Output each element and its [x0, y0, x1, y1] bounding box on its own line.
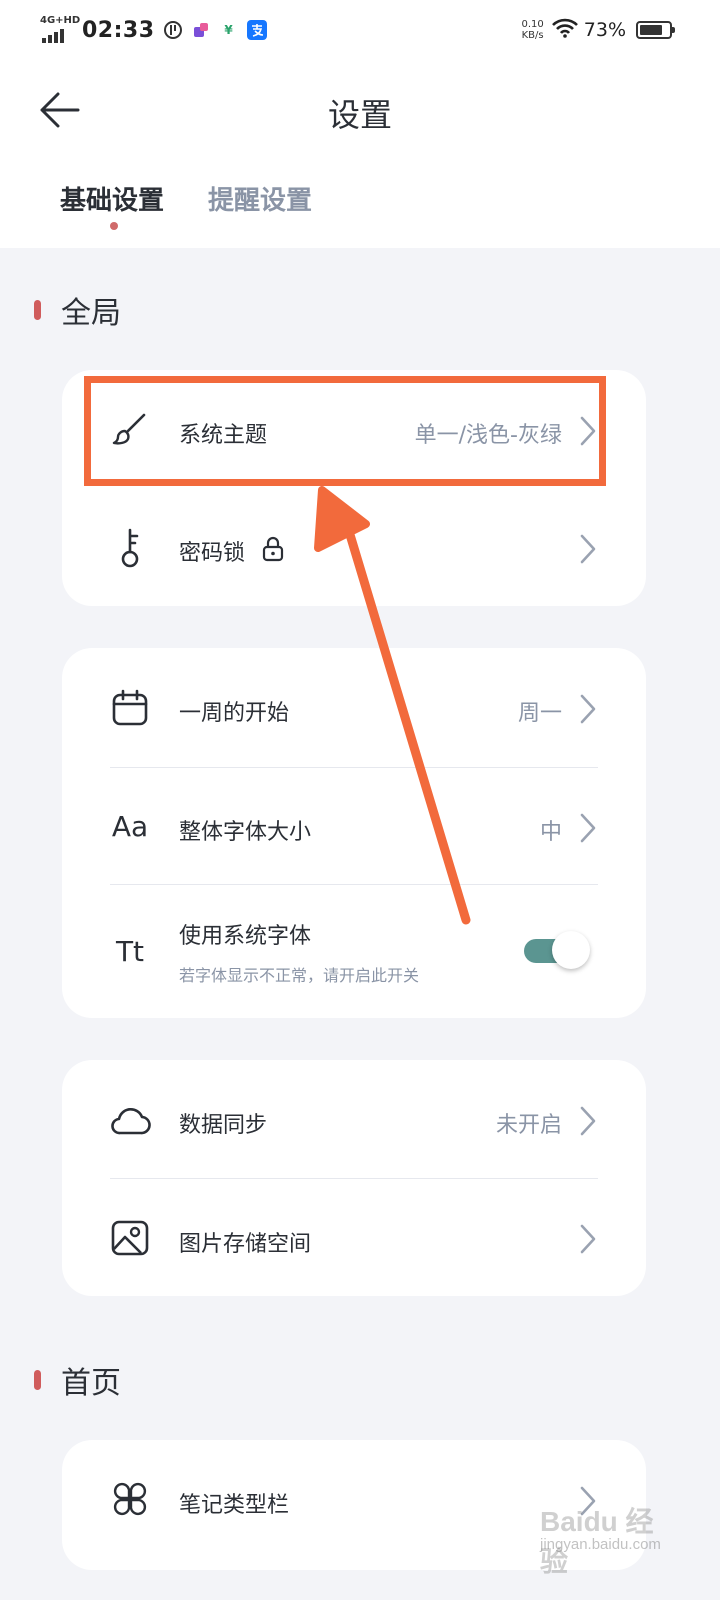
key-icon	[108, 526, 152, 570]
annotation-highlight-box	[84, 376, 606, 486]
font-size-icon: Aa	[111, 809, 149, 843]
calendar-icon	[108, 686, 152, 730]
image-icon	[108, 1216, 152, 1260]
font-icon: Tt	[115, 934, 145, 968]
setting-image-storage[interactable]: 图片存储空间	[62, 1179, 646, 1296]
setting-label: 一周的开始	[179, 701, 290, 726]
section-home: 首页	[34, 1358, 121, 1402]
clock: 02:33	[82, 17, 155, 43]
grid-icon	[108, 1477, 152, 1521]
card-data: 数据同步 未开启 图片存储空间	[62, 1060, 646, 1296]
yen-icon: ¥	[224, 23, 233, 37]
chevron-right-icon	[580, 694, 596, 724]
cloud-icon	[108, 1098, 152, 1142]
speed-unit: KB/s	[521, 30, 544, 41]
speed-value: 0.10	[521, 19, 544, 30]
setting-font-size[interactable]: Aa 整体字体大小 中	[62, 768, 646, 884]
section-marker	[34, 1370, 41, 1390]
baidu-watermark: Baidu 经验 jingyan.baidu.com	[540, 1500, 680, 1577]
chevron-right-icon	[580, 1106, 596, 1136]
network-indicator: 4G+HD	[40, 15, 81, 45]
setting-data-sync[interactable]: 数据同步 未开启	[62, 1060, 646, 1178]
setting-value: 周一	[517, 701, 562, 726]
setting-label: 整体字体大小	[179, 820, 312, 845]
status-bar: 4G+HD 02:33 ¥ 0.10 KB/s 73%	[0, 12, 720, 48]
setting-label: 图片存储空间	[179, 1232, 312, 1257]
signal-icon	[42, 29, 64, 43]
setting-label: 使用系统字体	[179, 924, 312, 949]
setting-week-start[interactable]: 一周的开始 周一	[62, 648, 646, 766]
section-title: 首页	[61, 1366, 121, 1401]
notification-app-icon	[163, 20, 183, 40]
setting-system-font: Tt 使用系统字体 若字体显示不正常，请开启此开关	[62, 885, 646, 1018]
setting-label: 数据同步	[179, 1113, 268, 1138]
battery-percent: 73%	[583, 19, 626, 41]
section-marker	[34, 300, 41, 320]
active-tab-indicator	[110, 222, 118, 230]
setting-label: 密码锁	[179, 541, 246, 566]
battery-icon	[636, 21, 675, 39]
watermark-url: jingyan.baidu.com	[540, 1536, 661, 1553]
toggle-knob	[552, 931, 590, 969]
wifi-icon	[551, 18, 578, 42]
page-title: 设置	[327, 96, 392, 134]
setting-label: 笔记类型栏	[179, 1493, 290, 1518]
notification-app-icon-2	[191, 20, 211, 40]
tab-reminder-settings[interactable]: 提醒设置	[208, 180, 312, 217]
setting-value: 中	[539, 820, 562, 845]
system-font-toggle[interactable]	[524, 931, 590, 969]
tab-basic-settings[interactable]: 基础设置	[60, 180, 164, 217]
section-global: 全局	[34, 288, 121, 332]
network-label: 4G+HD	[40, 15, 81, 26]
alipay-icon	[246, 20, 267, 40]
setting-value: 未开启	[495, 1113, 562, 1138]
card-general: 一周的开始 周一 Aa 整体字体大小 中 Tt 使用系统字体 若字体显示不正常，…	[62, 648, 646, 1018]
setting-description: 若字体显示不正常，请开启此开关	[179, 966, 420, 985]
section-title: 全局	[61, 296, 121, 331]
lock-icon	[262, 536, 284, 566]
chevron-right-icon	[580, 1224, 596, 1254]
network-speed: 0.10 KB/s	[522, 19, 544, 41]
chevron-right-icon	[580, 534, 596, 564]
setting-password-lock[interactable]: 密码锁	[62, 488, 646, 606]
chevron-right-icon	[580, 813, 596, 843]
